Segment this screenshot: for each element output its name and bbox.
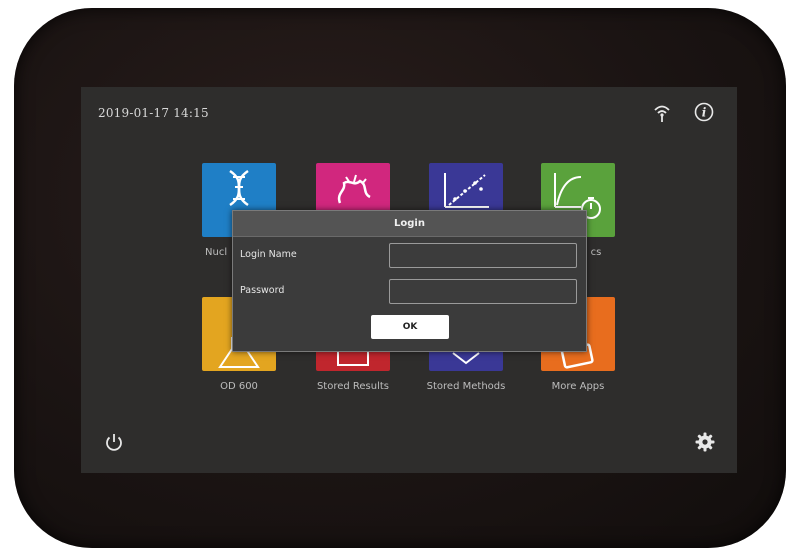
touch-screen: 2019-01-17 14:15 i Nucl cs OD 600 Stored…: [81, 87, 737, 473]
login-dialog-title: Login: [233, 211, 586, 237]
svg-text:i: i: [702, 106, 707, 120]
datetime-display: 2019-01-17 14:15: [98, 106, 209, 120]
power-icon[interactable]: [103, 431, 125, 453]
tile-label-stored-results: Stored Results: [316, 381, 390, 392]
login-name-input[interactable]: [389, 243, 577, 268]
tile-label-od600: OD 600: [220, 381, 258, 392]
ok-button[interactable]: OK: [371, 315, 449, 339]
tile-label-kinetics: cs: [590, 247, 602, 258]
login-dialog: Login Login Name Password OK: [232, 210, 587, 352]
tile-label-stored-methods: Stored Methods: [426, 381, 506, 392]
login-name-label: Login Name: [240, 249, 297, 260]
tile-label-more-apps: More Apps: [551, 381, 605, 392]
password-input[interactable]: [389, 279, 577, 304]
wifi-icon[interactable]: [651, 101, 673, 123]
info-icon[interactable]: i: [693, 101, 715, 123]
settings-gear-icon[interactable]: [694, 431, 716, 453]
password-label: Password: [240, 285, 285, 296]
